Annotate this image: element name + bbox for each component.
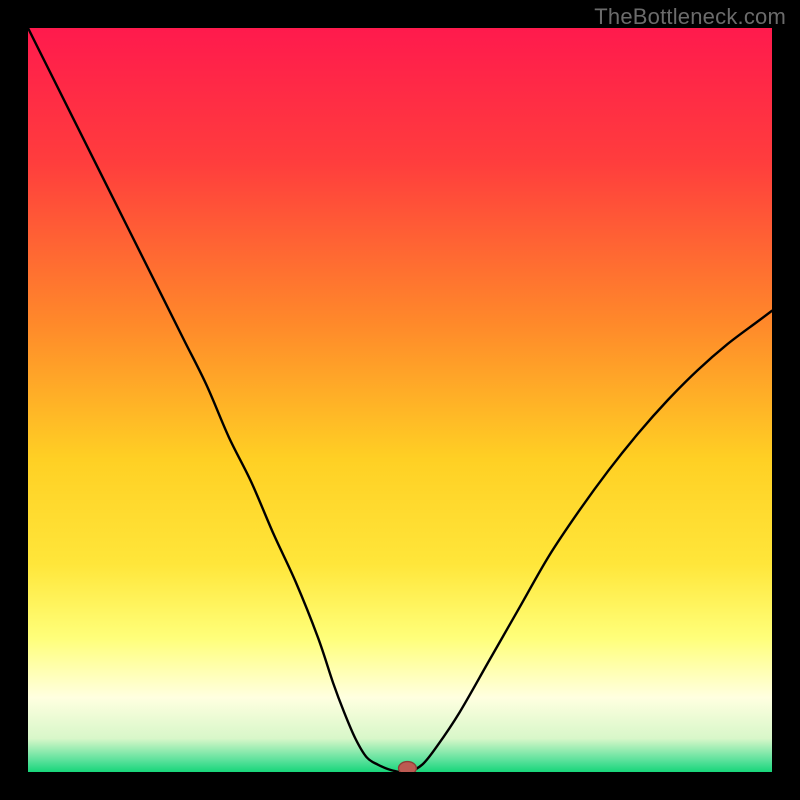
chart-background [28, 28, 772, 772]
watermark-text: TheBottleneck.com [594, 4, 786, 30]
minimum-marker [399, 762, 417, 772]
chart-frame: { "watermark": "TheBottleneck.com", "col… [0, 0, 800, 800]
chart-svg [28, 28, 772, 772]
chart-plot-area [28, 28, 772, 772]
